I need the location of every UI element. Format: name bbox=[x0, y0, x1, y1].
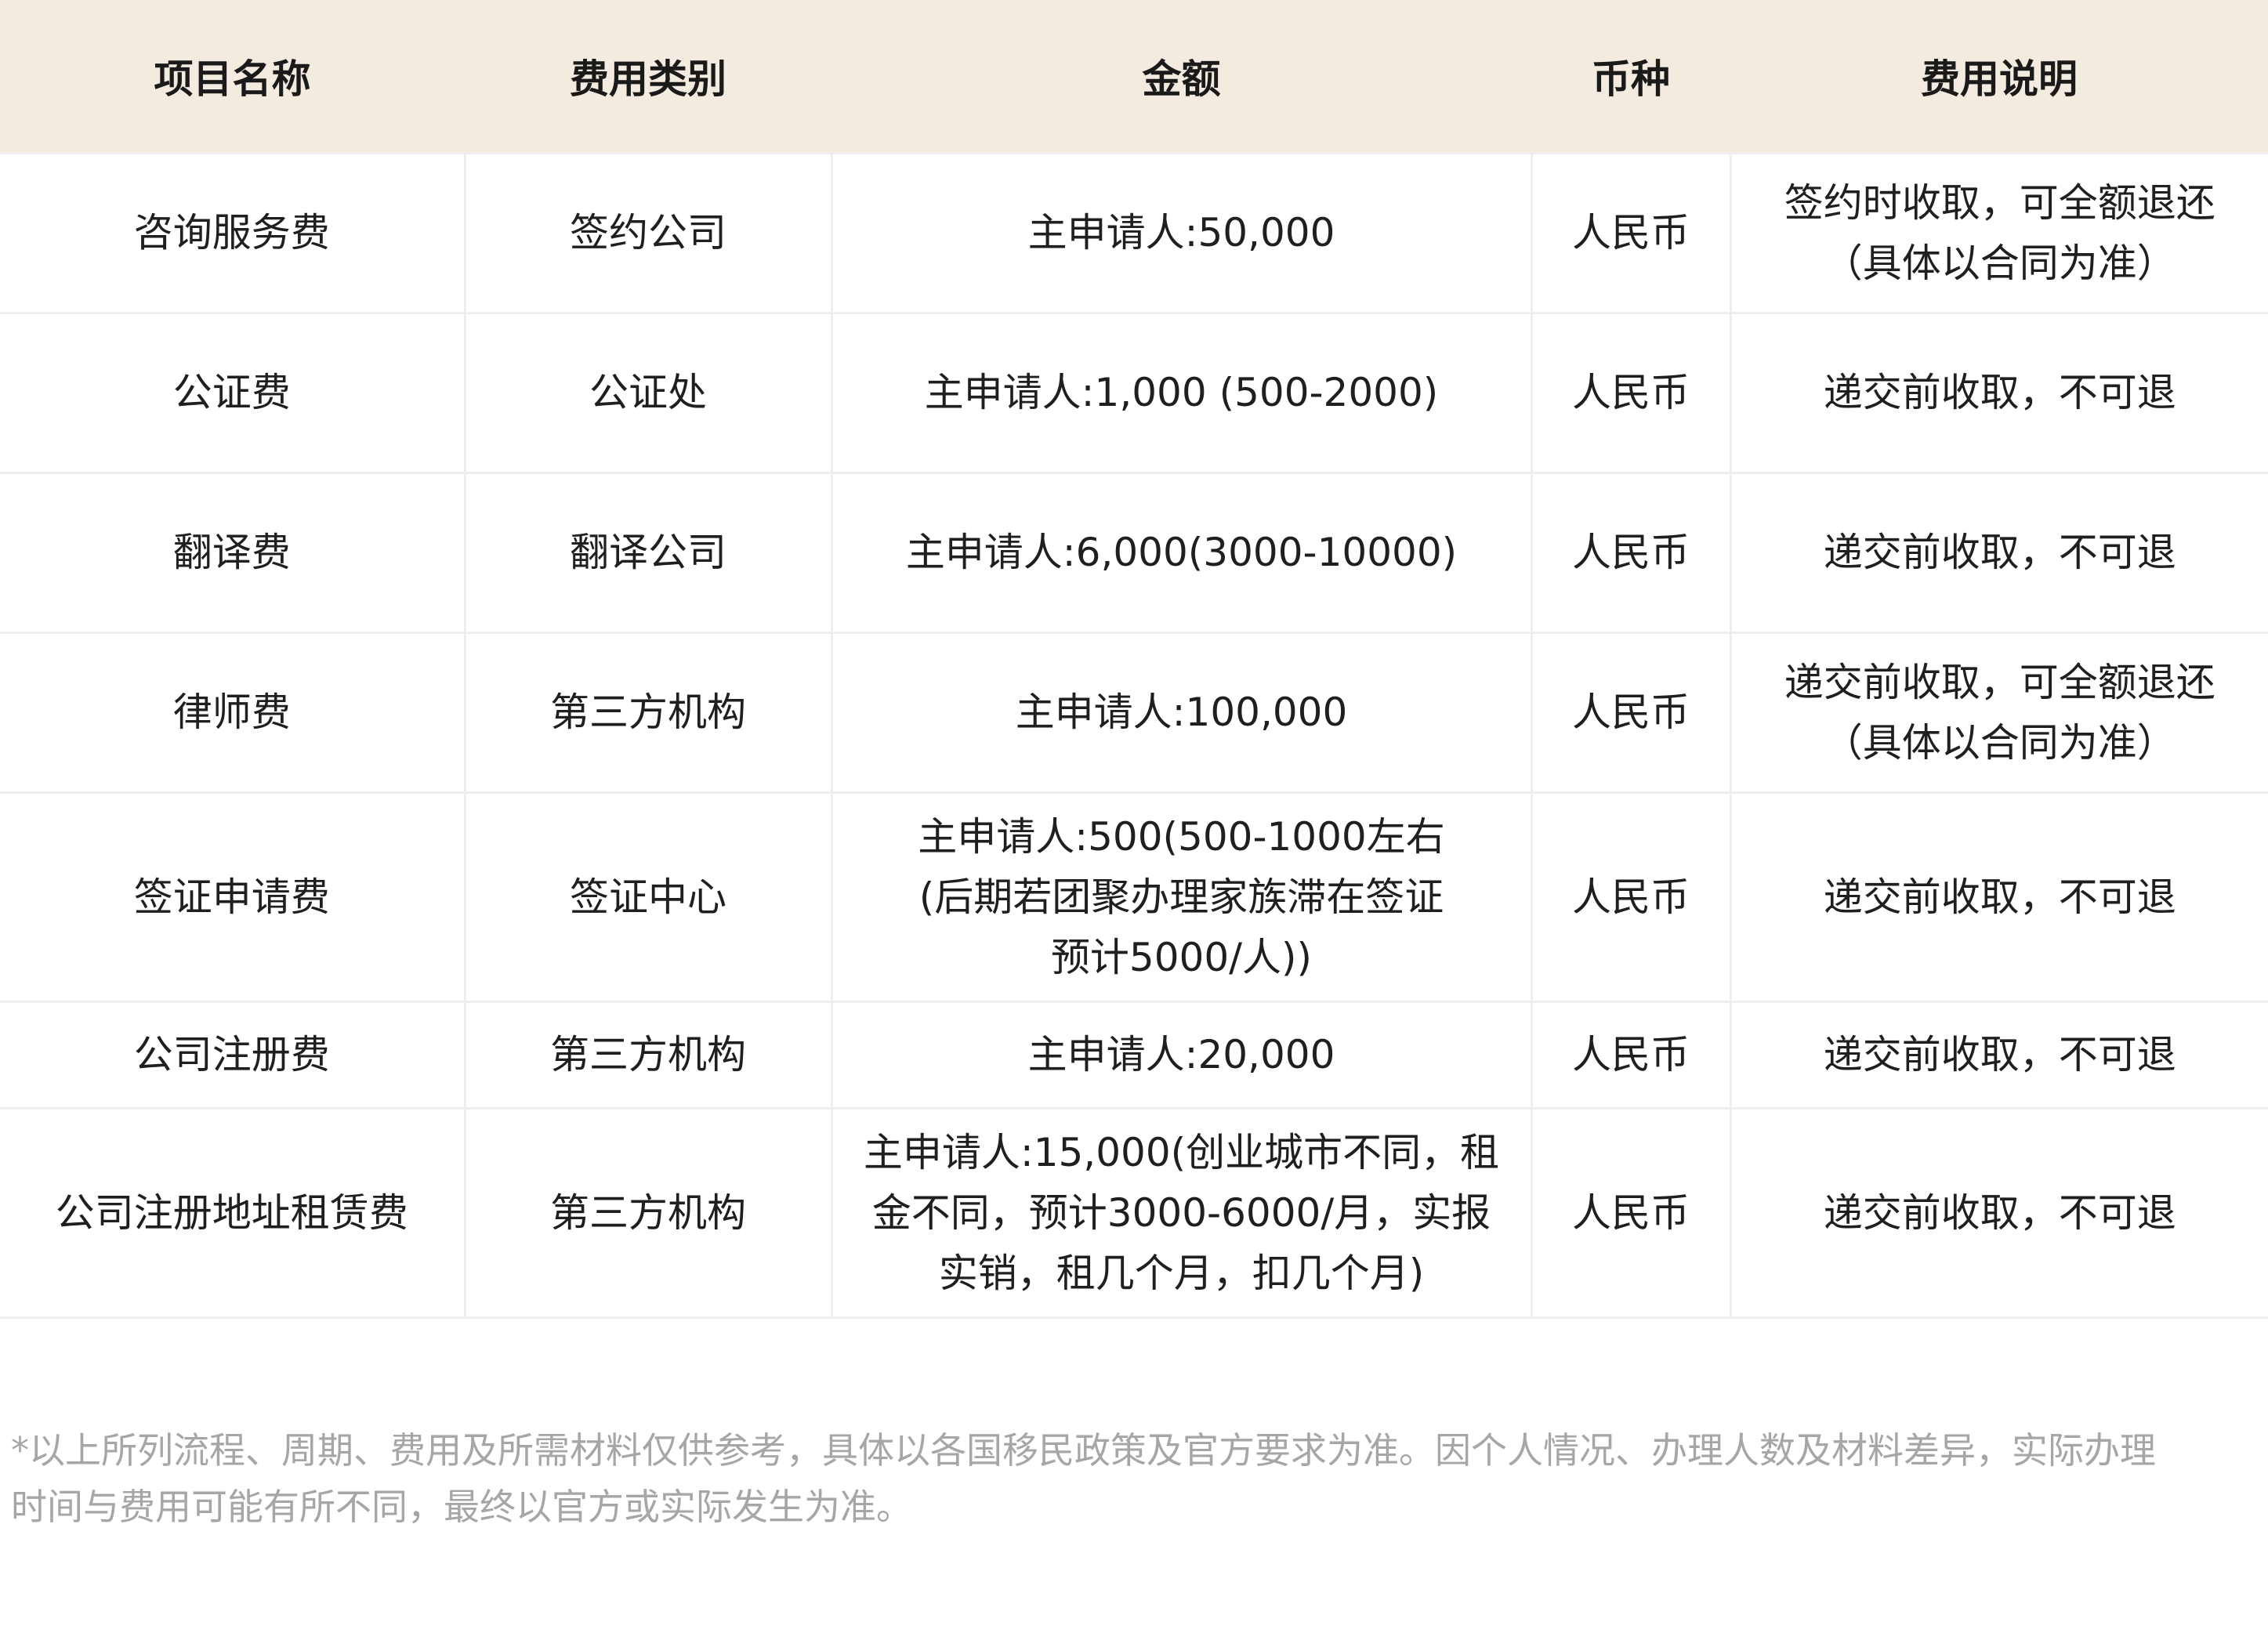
disclaimer-line: 时间与费用可能有所不同，最终以官方或实际发生为准。 bbox=[11, 1486, 912, 1528]
table-row: 咨询服务费 签约公司 主申请人:50,000 人民币 签约时收取，可全额退还 （具… bbox=[0, 152, 2268, 314]
cell-currency: 人民币 bbox=[1530, 632, 1732, 794]
cell-fee-category: 翻译公司 bbox=[463, 472, 833, 634]
cell-item-name: 咨询服务费 bbox=[0, 152, 466, 314]
cell-currency: 人民币 bbox=[1530, 1107, 1732, 1319]
amount-line: (后期若团聚办理家族滞在签证 bbox=[918, 874, 1444, 920]
cell-currency: 人民币 bbox=[1530, 152, 1732, 314]
table-row: 翻译费 翻译公司 主申请人:6,000(3000-10000) 人民币 递交前收… bbox=[0, 472, 2268, 634]
cell-fee-category: 第三方机构 bbox=[463, 1107, 833, 1319]
cell-fee-category: 签约公司 bbox=[463, 152, 833, 314]
note-line: 递交前收取，不可退 bbox=[1823, 1032, 2176, 1077]
cell-item-name: 签证申请费 bbox=[0, 791, 466, 1003]
cell-fee-category: 第三方机构 bbox=[463, 1001, 833, 1110]
disclaimer-text: *以上所列流程、周期、费用及所需材料仅供参考，具体以各国移民政策及官方要求为准。… bbox=[11, 1422, 2252, 1535]
amount-line: 主申请人:20,000 bbox=[1027, 1032, 1335, 1077]
cell-fee-note: 递交前收取，不可退 bbox=[1729, 1001, 2268, 1110]
cell-item-name: 公证费 bbox=[0, 312, 466, 474]
amount-line: 实销，租几个月，扣几个月) bbox=[938, 1250, 1425, 1296]
fee-table: 项目名称 费用类别 金额 币种 费用说明 咨询服务费 签约公司 主申请人:50,… bbox=[0, 0, 2268, 1319]
cell-fee-note: 递交前收取，不可退 bbox=[1729, 472, 2268, 634]
note-line: 签约时收取，可全额退还 bbox=[1784, 179, 2215, 226]
note-line: （具体以合同为准） bbox=[1823, 719, 2176, 766]
note-line: 递交前收取，可全额退还 bbox=[1784, 659, 2215, 705]
cell-item-name: 公司注册地址租赁费 bbox=[0, 1107, 466, 1319]
cell-amount: 主申请人:6,000(3000-10000) bbox=[830, 472, 1533, 634]
cell-item-name: 律师费 bbox=[0, 632, 466, 794]
cell-currency: 人民币 bbox=[1530, 312, 1732, 474]
cell-currency: 人民币 bbox=[1530, 791, 1732, 1003]
cell-fee-category: 签证中心 bbox=[463, 791, 833, 1003]
amount-line: 主申请人:1,000 (500-2000) bbox=[924, 370, 1439, 415]
amount-line: 主申请人:50,000 bbox=[1027, 210, 1335, 255]
cell-item-name: 公司注册费 bbox=[0, 1001, 466, 1110]
amount-line: 主申请人:100,000 bbox=[1015, 690, 1348, 735]
cell-amount: 主申请人:1,000 (500-2000) bbox=[830, 312, 1533, 474]
table-row: 律师费 第三方机构 主申请人:100,000 人民币 递交前收取，可全额退还 （具… bbox=[0, 632, 2268, 794]
cell-fee-note: 递交前收取，不可退 bbox=[1729, 312, 2268, 474]
cell-fee-note: 递交前收取，不可退 bbox=[1729, 791, 2268, 1003]
note-line: 递交前收取，不可退 bbox=[1823, 874, 2176, 920]
amount-line: 金不同，预计3000-6000/月，实报 bbox=[871, 1189, 1491, 1236]
disclaimer-line: *以上所列流程、周期、费用及所需材料仅供参考，具体以各国移民政策及官方要求为准。… bbox=[11, 1429, 2156, 1472]
table-row: 公司注册费 第三方机构 主申请人:20,000 人民币 递交前收取，不可退 bbox=[0, 1001, 2268, 1110]
cell-fee-note: 递交前收取，不可退 bbox=[1729, 1107, 2268, 1319]
note-line: 递交前收取，不可退 bbox=[1823, 530, 2176, 575]
amount-line: 主申请人:15,000(创业城市不同，租 bbox=[863, 1129, 1500, 1175]
cell-fee-note: 递交前收取，可全额退还 （具体以合同为准） bbox=[1729, 632, 2268, 794]
cell-currency: 人民币 bbox=[1530, 472, 1732, 634]
header-currency: 币种 bbox=[1531, 0, 1730, 154]
header-item-name: 项目名称 bbox=[0, 0, 465, 154]
cell-item-name: 翻译费 bbox=[0, 472, 466, 634]
table-row: 签证申请费 签证中心 主申请人:500(500-1000左右 (后期若团聚办理家族… bbox=[0, 791, 2268, 1003]
amount-line: 主申请人:500(500-1000左右 bbox=[918, 813, 1445, 860]
cell-amount: 主申请人:500(500-1000左右 (后期若团聚办理家族滞在签证 预计5000/… bbox=[830, 791, 1533, 1003]
amount-line: 主申请人:6,000(3000-10000) bbox=[905, 530, 1458, 575]
cell-fee-note: 签约时收取，可全额退还 （具体以合同为准） bbox=[1729, 152, 2268, 314]
amount-line: 预计5000/人)) bbox=[1050, 934, 1313, 980]
table-header-row: 项目名称 费用类别 金额 币种 费用说明 bbox=[0, 0, 2268, 154]
cell-amount: 主申请人:100,000 bbox=[830, 632, 1533, 794]
cell-amount: 主申请人:20,000 bbox=[830, 1001, 1533, 1110]
header-fee-note: 费用说明 bbox=[1730, 0, 2268, 154]
note-line: （具体以合同为准） bbox=[1823, 240, 2176, 286]
table-row: 公司注册地址租赁费 第三方机构 主申请人:15,000(创业城市不同，租 金不同，… bbox=[0, 1107, 2268, 1319]
header-amount: 金额 bbox=[831, 0, 1531, 154]
cell-fee-category: 公证处 bbox=[463, 312, 833, 474]
cell-amount: 主申请人:50,000 bbox=[830, 152, 1533, 314]
note-line: 递交前收取，不可退 bbox=[1823, 1189, 2176, 1236]
cell-fee-category: 第三方机构 bbox=[463, 632, 833, 794]
cell-currency: 人民币 bbox=[1530, 1001, 1732, 1110]
note-line: 递交前收取，不可退 bbox=[1823, 370, 2176, 415]
cell-amount: 主申请人:15,000(创业城市不同，租 金不同，预计3000-6000/月，实报… bbox=[830, 1107, 1533, 1319]
table-row: 公证费 公证处 主申请人:1,000 (500-2000) 人民币 递交前收取，… bbox=[0, 312, 2268, 474]
header-fee-category: 费用类别 bbox=[465, 0, 831, 154]
